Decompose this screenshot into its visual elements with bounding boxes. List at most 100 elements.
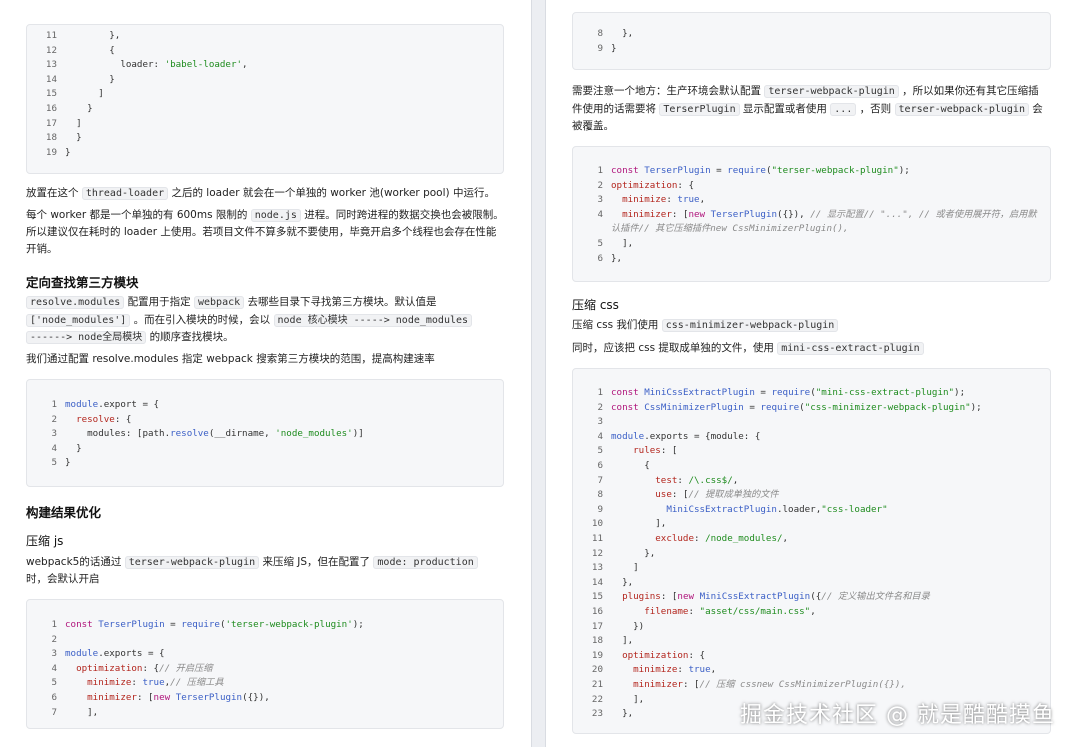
code-token: "css-minimizer-webpack-plugin" [804,401,971,413]
code-token: }, [611,28,634,39]
code-token: }, [65,30,121,41]
code-line: 3 [573,414,1050,429]
paragraph-terser-line1: webpack5的话通过 terser-webpack-plugin 来压缩 J… [26,554,478,571]
line-number: 21 [591,679,603,690]
line-number: 4 [51,662,57,674]
line-number: 2 [51,413,57,425]
code-token: optimization [76,662,143,674]
text-run: 显示配置或者使用 [739,103,831,115]
text-run: 所以建议仅在耗时的 loader 上使用。若项目文件不算多就不要使用，毕竟开启多… [26,226,497,238]
code-text: loader: 'babel-loader', [65,57,247,72]
code-token: plugins [622,591,661,603]
code-token: { [611,460,650,471]
code-line: 1 const MiniCssExtractPlugin = require("m… [573,385,1050,400]
inline-code: ['node_modules'] [26,314,131,327]
code-token: ({}), [777,208,811,220]
heading-compress-js: 压缩 js [26,534,64,548]
code-token: minimizer [622,208,672,220]
code-token: : [666,194,678,206]
code-token: } [611,42,617,54]
code-line: 12 { [27,43,503,58]
line-number: 9 [597,503,603,515]
code-line: 6}, [573,251,1050,266]
code-line: 4 optimization: {// 开启压缩 [27,661,503,676]
code-token: 'terser-webpack-plugin' [225,619,353,630]
line-number: 14 [45,73,57,85]
code-token: : [ [671,208,689,220]
code-token: )] [352,428,364,440]
code-token: module [611,430,645,442]
code-line: 14 } [27,72,503,87]
line-number: 1 [597,165,603,176]
paragraph-css-extract: 同时，应该把 css 提取成单独的文件，使用 mini-css-extract-… [572,340,924,357]
line-number: 15 [45,88,57,100]
code-token: modules: [path. [65,428,171,440]
code-token: ); [352,619,364,630]
code-token: ], [611,518,667,530]
inline-code: node.js [250,209,301,222]
code-line: 5} [27,455,503,470]
code-line: 16 } [27,101,503,116]
paragraph-resolve-line2: ['node_modules'] 。而在引入模块的时候，会以 node 核心模块… [26,312,473,329]
paragraph-thread-loader: 放置在这个 thread-loader 之后的 loader 就会在一个单独的 … [26,185,495,202]
line-number: 7 [51,706,57,718]
code-line: 4 } [27,441,503,456]
code-token: require [181,619,220,630]
line-number: 8 [597,28,603,39]
code-token: optimization [622,649,689,661]
code-token: ); [898,165,910,176]
text-run: 来压缩 JS，但在配置了 [259,556,374,568]
text-run: 件使用的话需要将 [572,103,660,115]
code-text: optimization: {// 开启压缩 [65,661,212,676]
line-number: 1 [51,399,57,410]
code-text: minimize: true, [611,192,705,207]
code-token: const [611,387,639,398]
code-token: true [677,194,700,206]
line-number: 14 [591,576,603,588]
code-token: TerserPlugin [644,165,711,176]
code-line: 12 }, [573,546,1050,561]
code-line: 2 optimization: { [573,178,1050,193]
line-number: 3 [597,416,603,428]
code-text: const MiniCssExtractPlugin = require("mi… [611,385,965,400]
code-block-terser-explicit: 1 const TerserPlugin = require("terser-we… [572,146,1051,282]
code-token: : [688,606,700,617]
code-token: // 显示配置// "...", // 或者使用展开符，启用默 [810,208,1037,220]
line-number: 5 [597,238,603,249]
code-line: 9 MiniCssExtractPlugin.loader,"css-loade… [573,502,1050,517]
document-page-right: 8 }, 9} 需要注意一个地方：生产环境会默认配置 terser-webpack… [546,0,1077,747]
code-text: minimizer: [new TerserPlugin({}), [65,690,270,705]
line-number: 13 [45,59,57,71]
code-token: minimizer [87,692,137,703]
code-token: : [131,677,143,689]
text-run: 开销。 [26,243,58,255]
code-line: 15 plugins: [new MiniCssExtractPlugin({/… [573,589,1050,604]
code-text: ], [611,633,633,648]
code-text: }, [611,251,622,266]
code-token: // 压缩工具 [170,677,224,689]
code-token: require [760,401,800,413]
code-token: , [699,194,706,206]
code-token: ] [611,562,639,574]
paragraph-note-line3: 被覆盖。 [572,118,614,135]
paragraph-note-line1: 需要注意一个地方：生产环境会默认配置 terser-webpack-plugin… [572,83,1039,100]
code-text: MiniCssExtractPlugin.loader,"css-loader" [611,502,887,517]
code-token: : [694,533,706,544]
code-block-terser-config: 1 const TerserPlugin = require('terser-we… [26,599,504,729]
code-text: } [611,41,617,56]
code-text: optimization: { [611,178,694,193]
code-token: true [142,677,165,689]
code-text: }, [611,575,633,590]
code-token: } [65,146,71,158]
code-line: 6 minimizer: [new TerserPlugin({}), [27,690,503,705]
code-token: minimizer [633,679,683,690]
line-number: 4 [51,442,57,454]
code-token: ({ [810,591,822,603]
code-text: ], [65,705,98,720]
code-line: 1 const TerserPlugin = require("terser-we… [573,163,1050,178]
inline-code: ------> node全局模块 [26,331,147,344]
code-text: optimization: { [611,648,705,663]
